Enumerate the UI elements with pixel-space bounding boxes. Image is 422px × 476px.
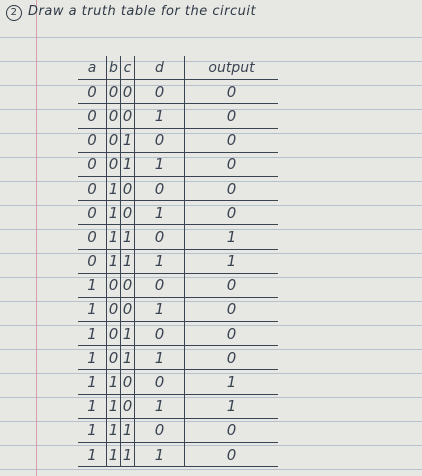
table-cell-output: 0 — [184, 418, 278, 443]
table-cell-a: 0 — [78, 80, 106, 105]
table-cell-c: 1 — [120, 418, 134, 443]
table-cell-c: 0 — [120, 201, 134, 226]
table-cell-d: 1 — [134, 394, 184, 419]
table-cell-b: 1 — [106, 370, 120, 395]
table-cell-c: 1 — [120, 322, 134, 347]
table-cell-a: 1 — [78, 298, 106, 323]
table-cell-output: 0 — [184, 80, 278, 105]
table-cell-d: 0 — [134, 80, 184, 105]
table-cell-a: 0 — [78, 104, 106, 129]
table-cell-b: 1 — [106, 394, 120, 419]
margin-line — [36, 0, 37, 476]
table-cell-d: 1 — [134, 249, 184, 274]
table-cell-b: 1 — [106, 201, 120, 226]
table-cell-d: 0 — [134, 370, 184, 395]
table-cell-d: 1 — [134, 443, 184, 468]
column-header-b: b — [106, 56, 120, 81]
table-cell-output: 0 — [184, 322, 278, 347]
table-cell-c: 0 — [120, 176, 134, 202]
table-cell-output: 0 — [184, 346, 278, 371]
table-cell-a: 1 — [78, 274, 106, 298]
table-cell-d: 1 — [134, 346, 184, 371]
column-header-output: output — [184, 56, 278, 81]
column-header-c: c — [120, 56, 134, 81]
table-cell-a: 0 — [78, 225, 106, 250]
table-cell-c: 1 — [120, 443, 134, 468]
table-cell-b: 0 — [106, 346, 120, 371]
table-cell-output: 1 — [184, 370, 278, 395]
table-cell-c: 1 — [120, 249, 134, 274]
table-cell-b: 0 — [106, 322, 120, 347]
table-cell-d: 1 — [134, 152, 184, 177]
table-cell-b: 0 — [106, 104, 120, 129]
table-cell-output: 0 — [184, 201, 278, 226]
table-cell-b: 0 — [106, 273, 120, 298]
question-number: 2 — [6, 4, 22, 21]
table-cell-b: 1 — [106, 443, 120, 468]
table-cell-output: 0 — [184, 273, 278, 298]
table-cell-d: 0 — [134, 273, 184, 298]
table-cell-b: 1 — [106, 225, 120, 250]
table-cell-output: 1 — [184, 394, 278, 419]
truth-table: a b c d output 0 0 0 0 0 0 0 0 1 0 0 0 1 0 0 0 0 1 1 0 0 1 0 0 0 0 1 0 1 0… — [78, 56, 278, 468]
table-cell-a: 1 — [78, 322, 106, 347]
table-cell-b: 1 — [106, 249, 120, 274]
table-cell-c: 0 — [120, 80, 134, 105]
table-cell-d: 0 — [134, 128, 184, 153]
table-cell-d: 0 — [134, 225, 184, 250]
table-cell-d: 0 — [134, 322, 184, 347]
table-cell-output: 1 — [184, 225, 278, 250]
column-header-a: a — [78, 56, 106, 81]
table-cell-output: 0 — [184, 297, 278, 323]
table-cell-b: 1 — [106, 176, 120, 202]
table-cell-output: 0 — [184, 176, 278, 202]
table-cell-d: 1 — [134, 297, 184, 323]
table-cell-a: 1 — [78, 346, 106, 371]
table-cell-a: 1 — [78, 370, 106, 395]
table-cell-d: 0 — [134, 176, 184, 202]
table-cell-a: 1 — [78, 395, 106, 419]
table-cell-c: 0 — [120, 104, 134, 129]
table-cell-d: 1 — [134, 201, 184, 226]
table-cell-b: 0 — [106, 80, 120, 105]
table-cell-a: 0 — [78, 129, 106, 153]
table-cell-b: 0 — [106, 128, 120, 153]
table-cell-c: 0 — [120, 370, 134, 395]
table-cell-a: 1 — [78, 443, 106, 468]
table-cell-c: 0 — [120, 297, 134, 323]
table-cell-a: 0 — [78, 250, 106, 274]
table-cell-output: 0 — [184, 152, 278, 177]
table-cell-c: 1 — [120, 225, 134, 250]
table-cell-output: 0 — [184, 443, 278, 468]
table-cell-a: 0 — [78, 153, 106, 177]
table-cell-a: 0 — [78, 201, 106, 226]
question-text: Draw a truth table for the circuit — [28, 4, 257, 19]
table-cell-output: 0 — [184, 104, 278, 129]
table-cell-b: 0 — [106, 297, 120, 323]
table-cell-c: 1 — [120, 152, 134, 177]
table-cell-c: 1 — [120, 346, 134, 371]
notebook-page: 2 Draw a truth table for the circuit abc… — [0, 0, 422, 476]
column-header-d: d — [134, 56, 184, 81]
table-cell-a: 0 — [78, 177, 106, 202]
question-heading: 2 Draw a truth table for the circuit — [6, 4, 256, 21]
table-cell-d: 0 — [134, 418, 184, 443]
table-cell-c: 1 — [120, 128, 134, 153]
table-cell-output: 0 — [184, 128, 278, 153]
table-cell-a: 1 — [78, 419, 106, 443]
table-cell-d: 1 — [134, 104, 184, 129]
table-cell-b: 0 — [106, 152, 120, 177]
table-cell-output: 1 — [184, 249, 278, 274]
table-cell-c: 0 — [120, 394, 134, 419]
table-cell-c: 0 — [120, 273, 134, 298]
table-cell-b: 1 — [106, 418, 120, 443]
